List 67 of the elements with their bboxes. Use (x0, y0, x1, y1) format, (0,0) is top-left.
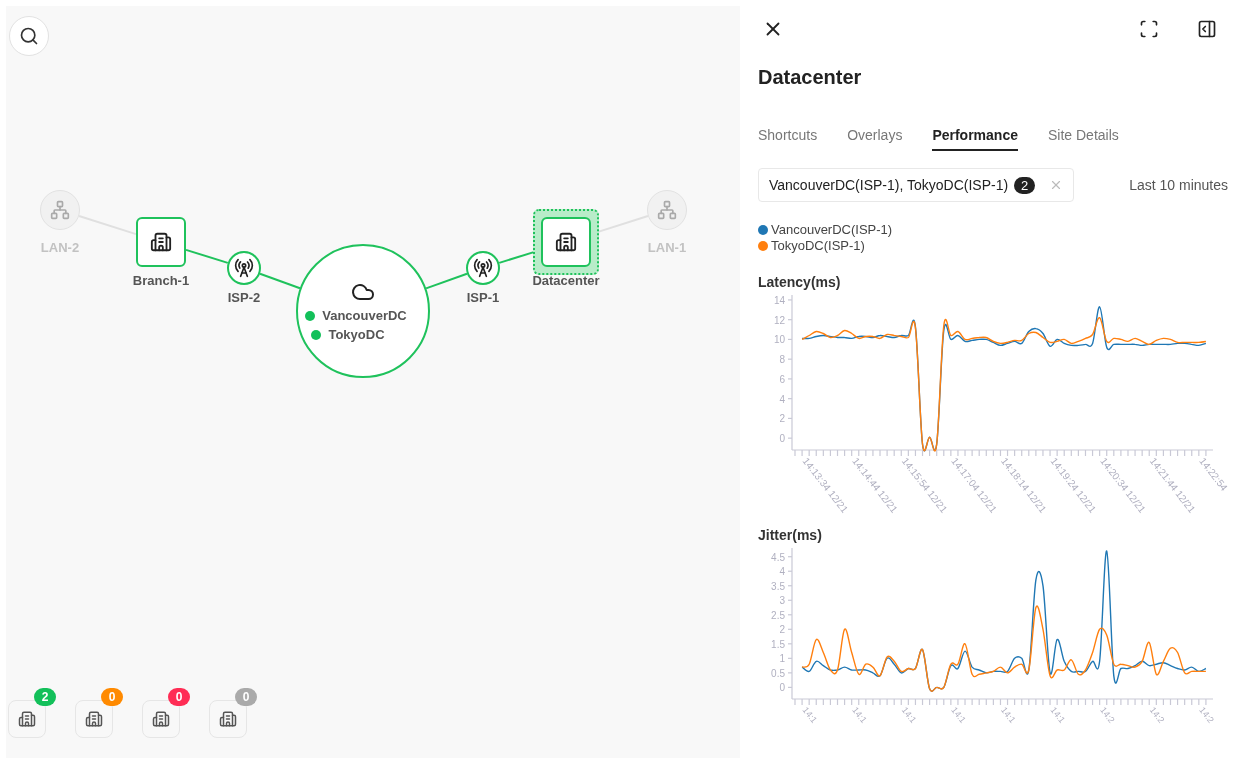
site-node[interactable] (533, 209, 599, 275)
building-icon (219, 710, 237, 728)
count-badge: 0 (168, 688, 190, 706)
chart-title: Jitter(ms) (758, 527, 823, 543)
tab[interactable]: Overlays (847, 127, 903, 151)
member-name: TokyoDC (328, 327, 385, 342)
tab[interactable]: Site Details (1047, 127, 1119, 151)
antenna-icon (473, 258, 493, 278)
tab[interactable]: Shortcuts (758, 127, 818, 151)
cloud-node[interactable]: VancouverDC TokyoDC (296, 244, 430, 378)
panel-title: Datacenter (758, 66, 863, 89)
network-icon (50, 200, 70, 220)
connector-line (78, 215, 137, 236)
tick-label: 0 (779, 682, 785, 694)
site-counter-button[interactable] (142, 700, 180, 738)
network-icon (657, 200, 677, 220)
site-counter-button[interactable] (75, 700, 113, 738)
filter-value: VancouverDC(ISP-1), TokyoDC(ISP-1) (769, 177, 1009, 193)
tick-label: 2 (779, 413, 785, 425)
legend-label: VancouverDC(ISP-1) (771, 222, 893, 237)
node-label: Branch-1 (132, 273, 190, 288)
legend-label: TokyoDC(ISP-1) (771, 238, 865, 253)
tick-label: 4.5 (771, 551, 785, 563)
tick-label: 2.5 (771, 609, 785, 621)
count-badge: 0 (235, 688, 257, 706)
search-button[interactable] (9, 16, 49, 56)
node-label: Datacenter (532, 273, 600, 288)
site-counter-button[interactable] (8, 700, 46, 738)
building-icon (85, 710, 103, 728)
node-label: ISP-2 (227, 290, 261, 305)
building-icon (18, 710, 36, 728)
site-counter-button[interactable] (209, 700, 247, 738)
connector-line (185, 248, 229, 264)
chart-title: Latency(ms) (758, 274, 842, 290)
isp-node[interactable] (466, 251, 500, 285)
building-icon (150, 231, 172, 253)
tick-label: 0.5 (771, 667, 785, 679)
tick-label: 14 (773, 294, 785, 306)
tick-label: 1 (779, 653, 785, 665)
tick-label: 4 (779, 393, 785, 405)
isp-node[interactable] (227, 251, 261, 285)
count-badge: 0 (101, 688, 123, 706)
member-name: VancouverDC (322, 308, 407, 323)
connector-line (425, 272, 468, 290)
node-label: ISP-1 (466, 290, 500, 305)
search-icon (19, 26, 39, 46)
tick-label: 2 (779, 624, 785, 636)
tick-label: 3 (779, 595, 785, 607)
fullscreen-icon (1139, 19, 1159, 39)
building-icon (555, 231, 577, 253)
antenna-icon (234, 258, 254, 278)
tab[interactable]: Performance (932, 127, 1018, 151)
building-icon (152, 710, 170, 728)
tick-label: 4 (779, 566, 785, 578)
filter-select[interactable]: VancouverDC(ISP-1), TokyoDC(ISP-1) 2 (758, 168, 1075, 202)
tick-label: 0 (779, 433, 785, 445)
tick-label: 3.5 (771, 580, 785, 592)
tick-label: 6 (779, 373, 785, 385)
time-range[interactable]: Last 10 minutes (1129, 177, 1228, 193)
tick-label: 12 (773, 314, 785, 326)
tick-label: 10 (773, 334, 785, 346)
connector-line (259, 272, 301, 290)
tick-label: 8 (779, 354, 785, 366)
count-badge: 2 (1014, 176, 1036, 194)
tick-label: 1.5 (771, 638, 785, 650)
side-panel-icon (1197, 19, 1217, 39)
count-badge: 2 (34, 688, 56, 706)
